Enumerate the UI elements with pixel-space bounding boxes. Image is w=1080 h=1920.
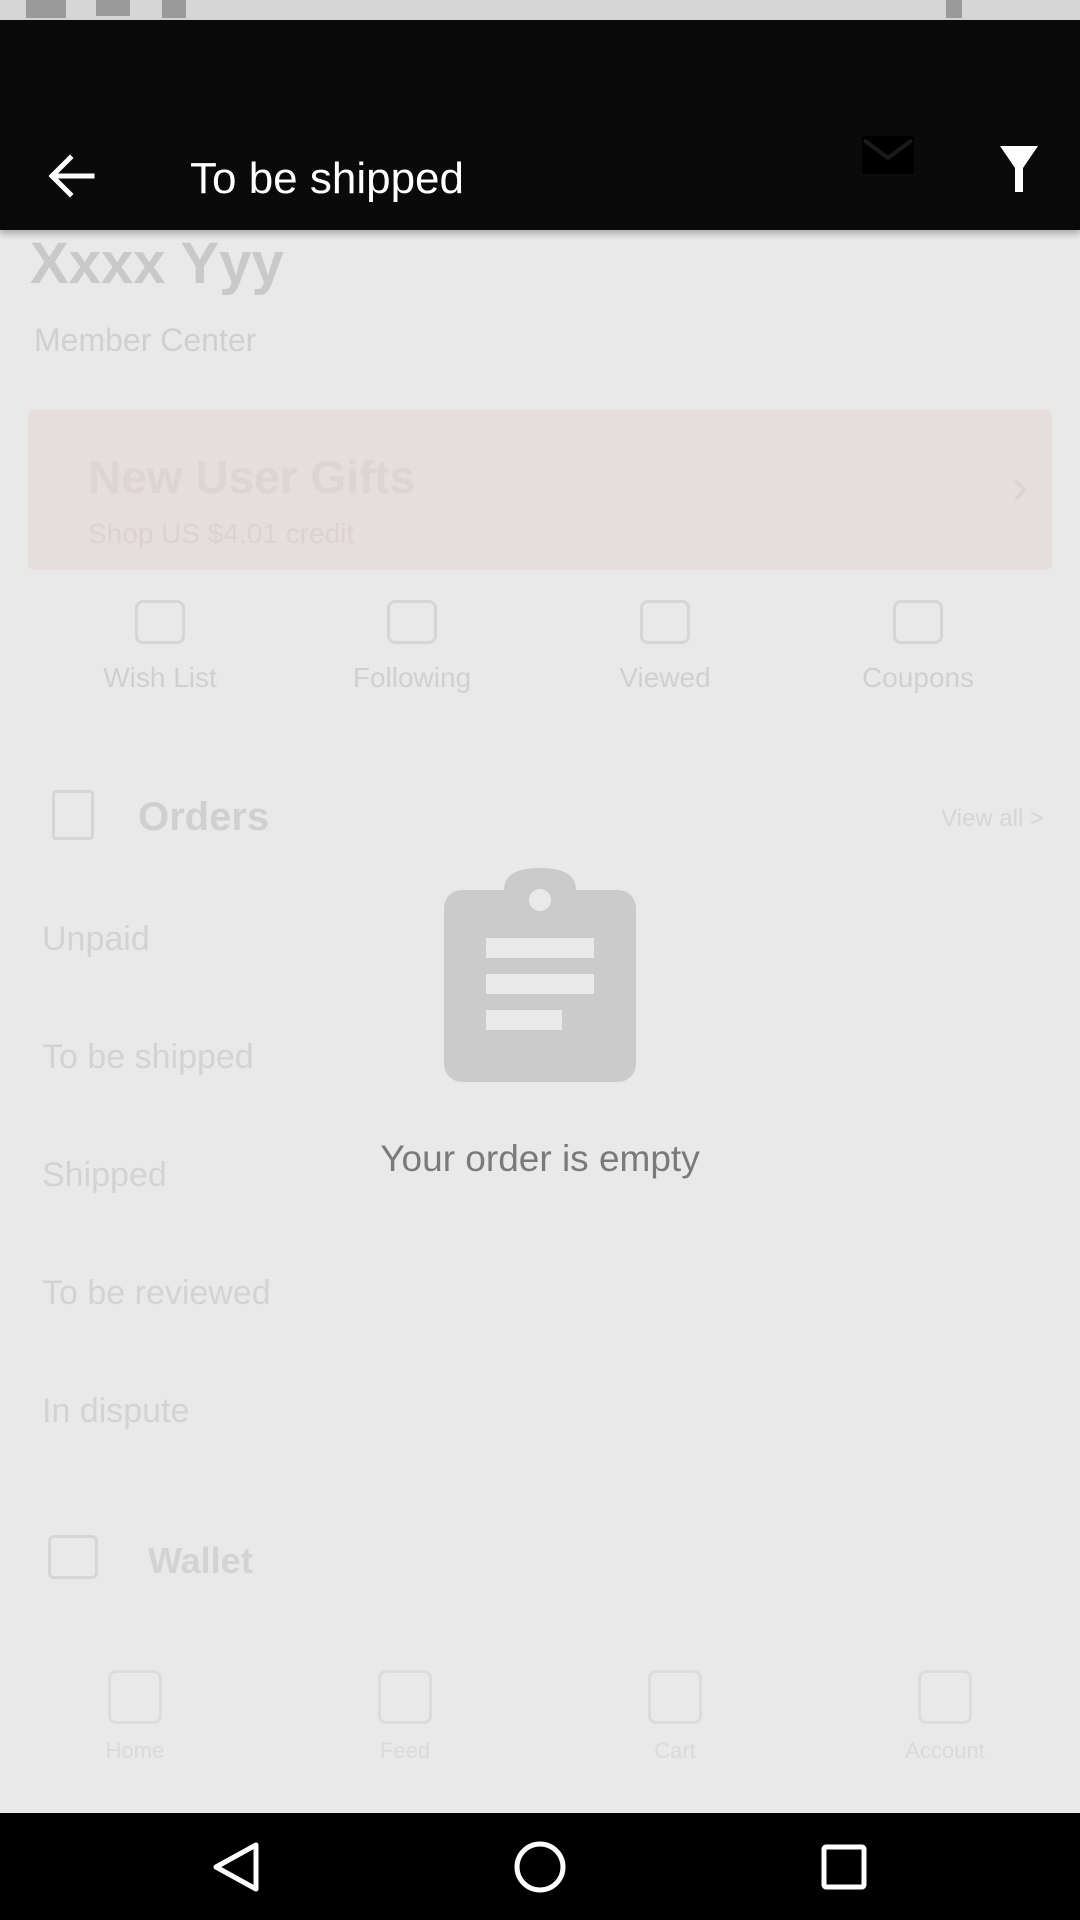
heart-icon [135,600,185,644]
notification-icon [26,0,66,18]
orders-heading: Orders [138,795,270,839]
banner-title: New User Gifts [88,451,416,503]
order-row-to-be-shipped: To be shipped [42,1038,254,1076]
quick-link-following: Following [287,600,537,694]
banner-subtitle: Shop US $4.01 credit [88,518,355,549]
status-bar [0,0,1080,20]
view-all-link: View all > [941,805,1044,832]
tab-home: Home [0,1670,270,1764]
order-row-in-dispute: In dispute [42,1392,190,1430]
app-bar: To be shipped [0,20,1080,230]
arrow-left-icon [48,154,95,198]
sd-card-icon [162,0,186,18]
clipboard-icon [444,868,636,1082]
empty-message: Your order is empty [380,1138,700,1179]
coupon-icon [893,600,943,644]
filter-icon [1000,146,1038,192]
orders-icon [52,790,94,840]
chevron-right-icon: › [1012,461,1028,514]
page-title: To be shipped [190,154,464,203]
quick-link-coupons: Coupons [793,600,1043,694]
quick-link-viewed: Viewed [540,600,790,694]
square-recents-icon [821,1844,867,1890]
filter-button[interactable] [996,128,1042,198]
order-row-to-be-reviewed: To be reviewed [42,1274,271,1312]
tab-feed: Feed [270,1670,540,1764]
wallet-icon [48,1535,98,1579]
nav-back-button[interactable] [186,1813,286,1920]
tab-account: Account [810,1670,1080,1764]
mail-notification-icon [96,0,130,16]
tab-cart: Cart [540,1670,810,1764]
account-icon [918,1670,972,1724]
circle-home-icon [514,1841,566,1893]
star-icon [387,600,437,644]
nav-recents-button[interactable] [794,1813,894,1920]
nav-home-button[interactable] [490,1813,590,1920]
home-icon [108,1670,162,1724]
feed-icon [378,1670,432,1724]
clock-icon [640,600,690,644]
mail-icon [862,136,914,174]
order-row-unpaid: Unpaid [42,920,150,958]
profile-name: Xxxx Yyy [30,231,284,296]
wallet-label: Wallet [148,1540,253,1581]
back-button[interactable] [44,150,104,202]
member-center-link: Member Center [34,322,257,358]
messages-button[interactable] [860,132,918,178]
triangle-back-icon [213,1842,259,1892]
new-user-banner: New User Gifts Shop US $4.01 credit › [28,410,1052,570]
cart-icon [648,1670,702,1724]
quick-link-wish-list: Wish List [35,600,285,694]
battery-icon [946,0,962,18]
system-nav-bar [0,1813,1080,1920]
